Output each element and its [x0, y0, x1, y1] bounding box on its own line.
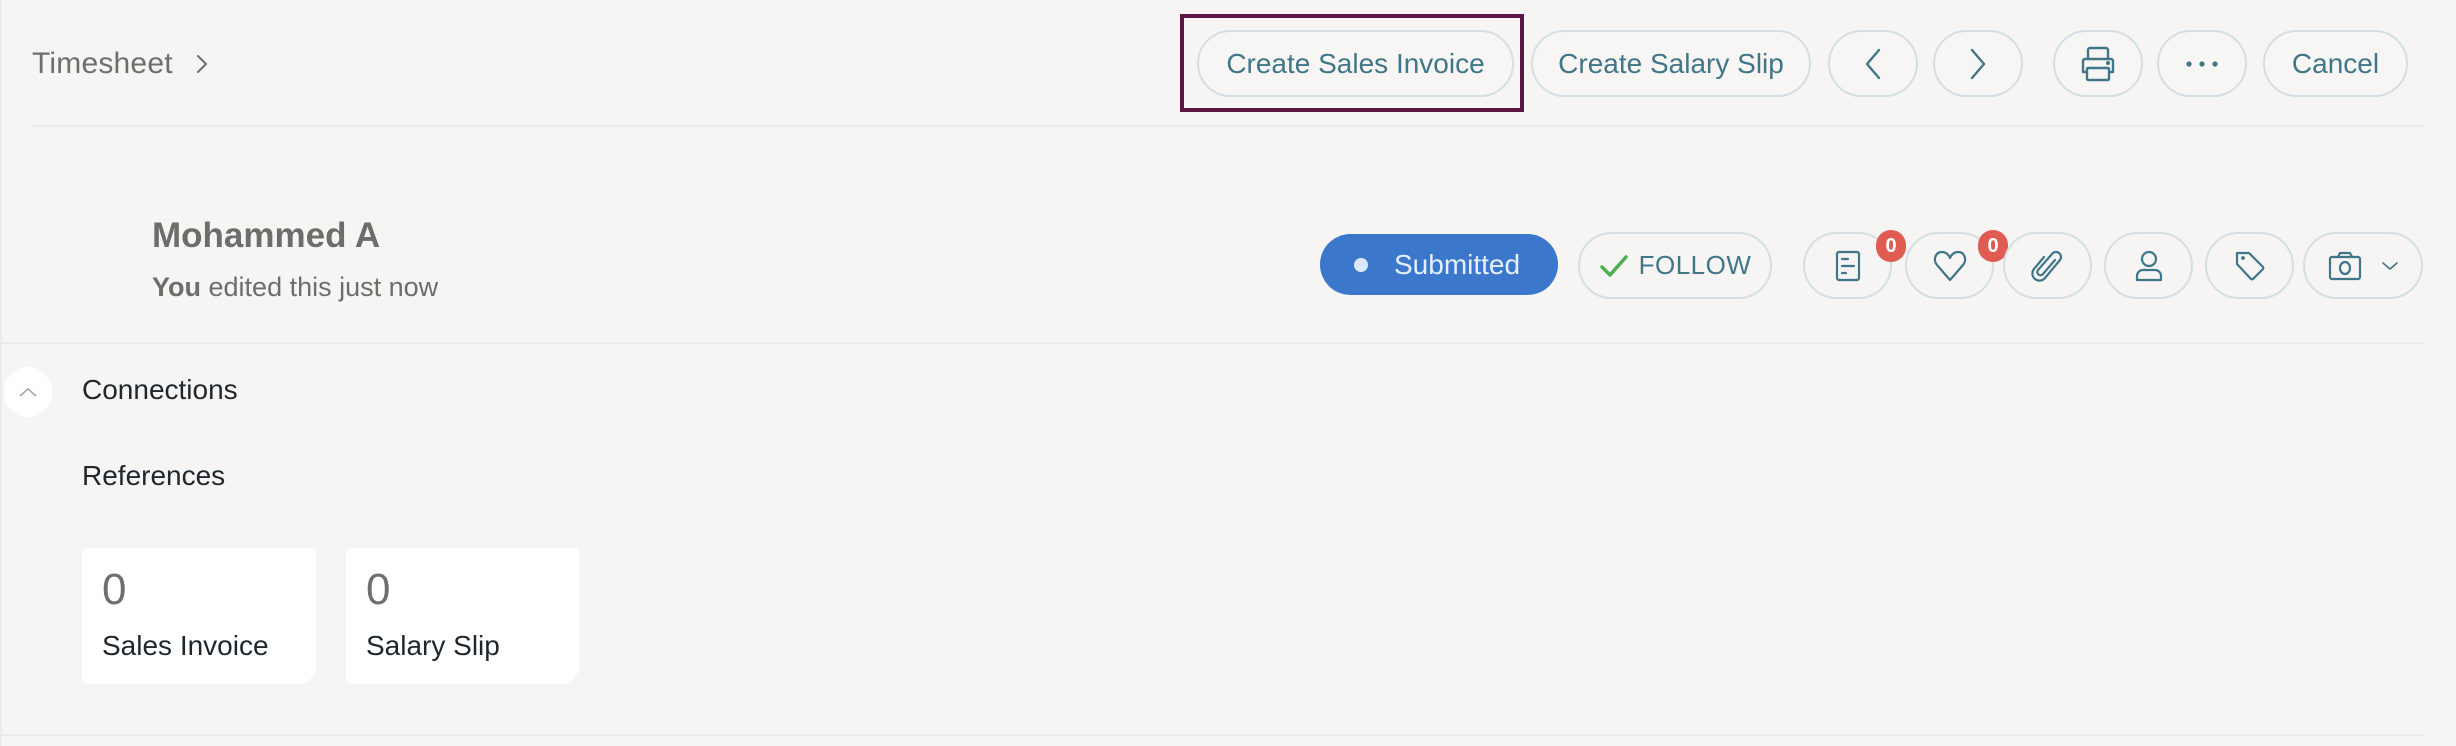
breadcrumb-timesheet[interactable]: Timesheet: [32, 47, 173, 81]
paperclip-icon: [2030, 250, 2062, 282]
follow-button[interactable]: FOLLOW: [1578, 232, 1772, 299]
like-button[interactable]: 0: [1905, 230, 2008, 299]
bottom-divider: [0, 734, 2423, 736]
sales-invoice-label: Sales Invoice: [102, 630, 269, 661]
heart-icon: [1933, 250, 1966, 281]
tag-icon: [2235, 251, 2264, 280]
comments-count-badge: 0: [1876, 230, 1906, 262]
page-edge: [0, 0, 2, 746]
breadcrumb[interactable]: Timesheet: [32, 44, 213, 84]
status-dot-icon: [1354, 257, 1368, 272]
references-title: References: [82, 460, 226, 491]
create-sales-invoice-label: Create Sales Invoice: [1226, 47, 1485, 79]
more-horizontal-icon: [2186, 60, 2218, 67]
editor-name: You: [152, 272, 201, 302]
attach-button[interactable]: [2003, 232, 2092, 299]
chevron-up-icon: [19, 387, 37, 397]
user-icon: [2135, 250, 2162, 281]
print-button[interactable]: [2053, 30, 2143, 97]
assign-button[interactable]: [2104, 232, 2193, 299]
sales-invoice-count: 0: [102, 565, 127, 614]
collapse-connections-button[interactable]: [4, 367, 52, 417]
last-edited: You edited this just now: [152, 272, 438, 303]
salary-slip-count: 0: [366, 565, 391, 614]
tags-button[interactable]: [2205, 232, 2294, 299]
cancel-label: Cancel: [2291, 47, 2380, 79]
create-sales-invoice-button[interactable]: Create Sales Invoice: [1197, 30, 1514, 97]
create-salary-slip-button[interactable]: Create Salary Slip: [1531, 30, 1811, 97]
more-button[interactable]: [2157, 30, 2247, 97]
cancel-button[interactable]: Cancel: [2263, 30, 2408, 97]
edited-when: just now: [339, 272, 439, 302]
header-divider: [32, 125, 2423, 127]
follow-label: FOLLOW: [1638, 250, 1752, 280]
previous-button[interactable]: [1828, 30, 1918, 97]
printer-icon: [2081, 46, 2115, 81]
image-button[interactable]: [2303, 232, 2423, 299]
next-button[interactable]: [1933, 30, 2023, 97]
status-badge: Submitted: [1320, 234, 1558, 295]
chevron-left-icon: [1865, 48, 1881, 79]
check-icon: [1599, 254, 1628, 277]
connections-title: Connections: [82, 374, 238, 405]
chevron-right-icon: [1970, 48, 1986, 79]
comments-button[interactable]: 0: [1803, 230, 1906, 299]
record-title: Mohammed A: [152, 216, 381, 255]
profile-divider: [0, 342, 2423, 344]
connection-card-salary-slip[interactable]: 0 Salary Slip: [346, 548, 579, 684]
comment-icon: [1835, 250, 1860, 281]
edited-text: edited this: [208, 272, 332, 302]
create-salary-slip-label: Create Salary Slip: [1558, 47, 1784, 79]
camera-icon: [2328, 251, 2362, 280]
salary-slip-label: Salary Slip: [366, 630, 500, 661]
chevron-down-icon: [2382, 261, 2398, 270]
status-label: Submitted: [1394, 248, 1521, 280]
connection-card-sales-invoice[interactable]: 0 Sales Invoice: [82, 548, 316, 684]
chevron-right-icon: [196, 55, 208, 73]
